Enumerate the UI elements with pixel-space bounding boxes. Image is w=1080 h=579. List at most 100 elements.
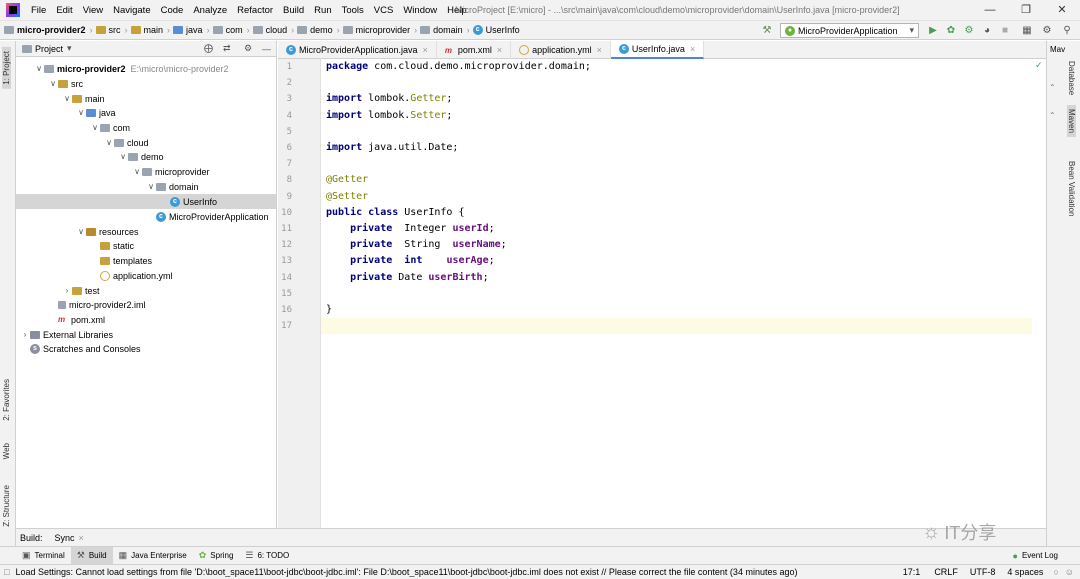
breadcrumb-item[interactable]: demo › (297, 25, 340, 35)
chevron-down-icon[interactable]: ∨ (34, 64, 44, 73)
tree-item[interactable]: ∨ micro-provider2 E:\micro\micro-provider2 (16, 61, 276, 76)
tab-bean-validation[interactable]: Bean Validation (1067, 161, 1076, 216)
hammer-icon[interactable]: ⚒ (760, 23, 774, 37)
tree-item[interactable]: ∨ main (16, 91, 276, 106)
lock-icon[interactable]: ○ (1053, 567, 1058, 577)
line-separator[interactable]: CRLF (934, 567, 958, 577)
collapse-icon[interactable]: ⇄ (223, 43, 231, 54)
tree-item[interactable]: c MicroProviderApplication (16, 209, 276, 224)
menu-vcs[interactable]: VCS (369, 5, 399, 16)
tree-item[interactable]: s Scratches and Consoles (16, 341, 276, 356)
status-layout-icon[interactable]: □ (4, 567, 9, 577)
close-icon[interactable]: × (423, 45, 428, 55)
tab-database[interactable]: Database (1067, 61, 1076, 95)
tree-item[interactable]: ∨ com (16, 120, 276, 135)
chevron-up-icon[interactable]: ⌃ (1049, 83, 1056, 92)
tree-item[interactable]: › External Libraries (16, 327, 276, 342)
tool-window-event-log[interactable]: ● Event Log (1007, 547, 1064, 565)
tree-item[interactable]: ∨ src (16, 76, 276, 91)
code-line[interactable] (321, 318, 1044, 335)
file-encoding[interactable]: UTF-8 (970, 567, 996, 577)
breadcrumb-item[interactable]: domain › (420, 25, 470, 35)
caret-position[interactable]: 17:1 (903, 567, 921, 577)
tab-sync[interactable]: Sync (55, 533, 75, 543)
chevron-right-icon[interactable]: › (62, 286, 72, 295)
chevron-down-icon[interactable]: ∨ (90, 123, 100, 132)
chevron-up-icon[interactable]: ⌃ (1049, 111, 1056, 120)
tree-item[interactable]: application.yml (16, 268, 276, 283)
code-line[interactable]: import lombok.Setter; (326, 108, 452, 124)
code-line[interactable]: } (326, 302, 332, 318)
close-icon[interactable]: × (690, 44, 695, 54)
chevron-down-icon[interactable]: ∨ (132, 167, 142, 176)
code-line[interactable]: private int userAge; (326, 253, 495, 269)
breadcrumb-item[interactable]: microprovider › (342, 25, 417, 35)
tab-favorites[interactable]: 2: Favorites (2, 379, 11, 421)
tab-pom-xml[interactable]: m pom.xml × (437, 41, 512, 59)
chevron-down-icon[interactable]: ∨ (104, 138, 114, 147)
breadcrumb-item[interactable]: main › (130, 25, 170, 35)
tool-window-build[interactable]: ⚒ Build (70, 546, 113, 565)
menu-run[interactable]: Run (309, 5, 336, 16)
chevron-down-icon[interactable]: ∨ (62, 94, 72, 103)
gear-icon[interactable]: ⚙ (244, 43, 252, 54)
editor-scrollbar[interactable]: ✓ (1032, 59, 1046, 528)
profile-icon[interactable]: ◕ (980, 23, 994, 37)
stop-icon[interactable]: ■ (998, 23, 1012, 37)
menu-code[interactable]: Code (156, 5, 189, 16)
tree-item[interactable]: ∨ cloud (16, 135, 276, 150)
menu-window[interactable]: Window (398, 5, 442, 16)
hide-icon[interactable]: — (262, 44, 271, 54)
run-configuration-select[interactable]: ● MicroProviderApplication ▾ (780, 23, 919, 38)
settings-icon[interactable]: ⚙ (1040, 23, 1054, 37)
run-icon[interactable]: ▶ (926, 23, 940, 37)
breadcrumb-item[interactable]: java › (173, 25, 210, 35)
tab-project[interactable]: 1: Project (2, 47, 11, 89)
minimize-button[interactable]: — (972, 0, 1008, 20)
coverage-icon[interactable]: ⚙ (962, 23, 976, 37)
chevron-down-icon[interactable]: ∨ (118, 152, 128, 161)
restore-button[interactable]: ❐ (1008, 0, 1044, 20)
code-line[interactable]: private String userName; (326, 237, 507, 253)
tab-maven[interactable]: Maven (1067, 105, 1076, 138)
chevron-down-icon[interactable]: ▾ (67, 43, 72, 54)
menu-view[interactable]: View (78, 5, 108, 16)
debug-icon[interactable]: ✿ (944, 23, 958, 37)
breadcrumb-item[interactable]: com › (212, 25, 250, 35)
code-line[interactable]: package com.cloud.demo.microprovider.dom… (326, 59, 591, 75)
tab-application-yml[interactable]: application.yml × (511, 41, 611, 59)
locate-icon[interactable]: ⨁ (204, 43, 213, 54)
tree-item[interactable]: templates (16, 253, 276, 268)
tree-item[interactable]: ∨ microprovider (16, 164, 276, 179)
menu-navigate[interactable]: Navigate (108, 5, 156, 16)
search-icon[interactable]: ⚲ (1060, 23, 1074, 37)
tab-web[interactable]: Web (2, 443, 11, 459)
tree-item[interactable]: ∨ java (16, 105, 276, 120)
close-icon[interactable]: × (497, 45, 502, 55)
code-line[interactable]: public class UserInfo { (326, 205, 465, 221)
tree-item[interactable]: c UserInfo (16, 194, 276, 209)
breadcrumb-item[interactable]: c UserInfo (472, 25, 520, 35)
tool-window-spring[interactable]: ✿ Spring (193, 547, 240, 565)
tab-structure[interactable]: Z: Structure (2, 485, 11, 527)
code-line[interactable]: import java.util.Date; (326, 140, 458, 156)
tool-window-java-enterprise[interactable]: ▦ Java Enterprise (113, 547, 193, 565)
tool-window-terminal[interactable]: ▣ Terminal (16, 547, 71, 565)
code-line[interactable]: @Setter (326, 189, 368, 205)
tree-item[interactable]: ∨ demo (16, 149, 276, 164)
chevron-right-icon[interactable]: › (20, 330, 30, 339)
chevron-down-icon[interactable]: ∨ (48, 79, 58, 88)
chevron-down-icon[interactable]: ∨ (76, 108, 86, 117)
project-panel-title[interactable]: Project (35, 44, 63, 54)
project-structure-icon[interactable]: ▦ (1020, 23, 1034, 37)
menu-refactor[interactable]: Refactor (232, 5, 278, 16)
menu-tools[interactable]: Tools (337, 5, 369, 16)
chevron-down-icon[interactable]: ∨ (76, 227, 86, 236)
tree-item[interactable]: › test (16, 283, 276, 298)
tree-item[interactable]: micro-provider2.iml (16, 297, 276, 312)
close-icon[interactable]: × (597, 45, 602, 55)
breadcrumb-item[interactable]: micro-provider2 › (4, 25, 93, 35)
tree-item[interactable]: static (16, 238, 276, 253)
close-icon[interactable]: × (79, 533, 84, 543)
breadcrumb-item[interactable]: src › (95, 25, 128, 35)
